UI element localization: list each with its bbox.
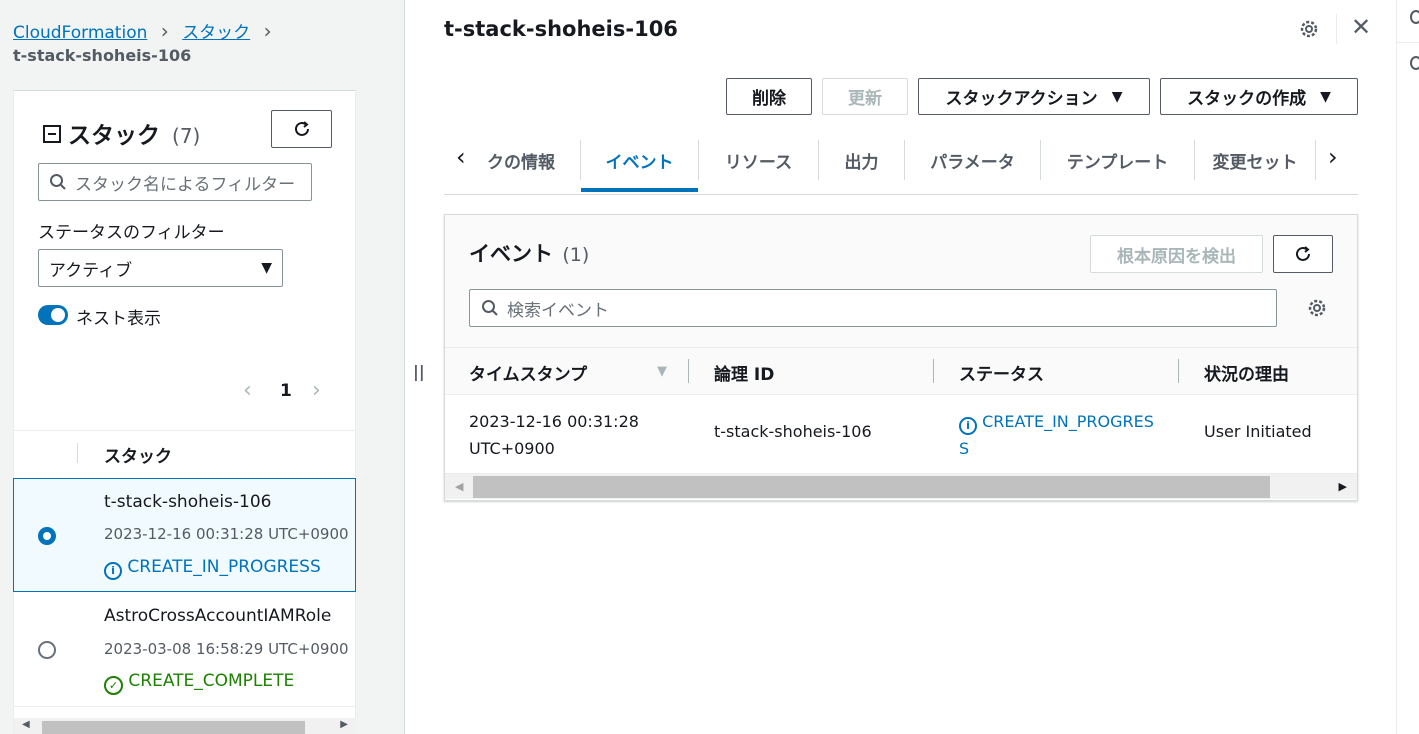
active-tab-indicator (581, 188, 698, 192)
info-icon: i (959, 416, 977, 435)
next-page-icon[interactable]: › (312, 378, 321, 403)
stack-row-radio[interactable] (38, 527, 56, 545)
caret-down-icon: ▼ (1111, 88, 1123, 105)
tab-stack-info[interactable]: クの情報 (480, 140, 580, 180)
events-title: イベント (1) (469, 242, 590, 266)
events-horizontal-scrollbar[interactable]: ◀ ▶ (445, 473, 1357, 499)
tab-resources[interactable]: リソース (699, 140, 818, 180)
column-separator (77, 443, 78, 463)
delete-button[interactable]: 削除 (726, 78, 812, 115)
info-icon: i (104, 561, 122, 580)
stack-row-radio[interactable] (38, 641, 56, 659)
stack-created-date: 2023-12-16 00:31:28 UTC+0900 (104, 525, 349, 543)
stack-search-placeholder: スタック名によるフィルター (75, 174, 296, 195)
page-title: t-stack-shoheis-106 (444, 17, 678, 41)
table-settings-icon[interactable] (1306, 297, 1328, 323)
page-number[interactable]: 1 (280, 381, 292, 401)
column-separator (1178, 359, 1179, 383)
nested-view-toggle[interactable] (38, 305, 68, 325)
stack-name[interactable]: AstroCrossAccountIAMRole (104, 606, 331, 626)
update-button[interactable]: 更新 (822, 78, 908, 115)
tab-events[interactable]: イベント (581, 140, 698, 180)
settings-icon[interactable] (1298, 18, 1320, 44)
tab-outputs[interactable]: 出力 (819, 140, 904, 180)
column-separator (933, 359, 934, 383)
search-icon (482, 300, 498, 316)
events-search-placeholder: 検索イベント (507, 300, 609, 321)
column-separator (688, 359, 689, 383)
stack-column-header: スタック (104, 447, 172, 467)
search-icon (50, 174, 66, 190)
resize-handle-icon[interactable]: || (413, 362, 425, 381)
stack-name[interactable]: t-stack-shoheis-106 (104, 492, 272, 512)
help-icon[interactable] (1410, 10, 1419, 24)
caret-down-icon: ▼ (261, 260, 272, 276)
detect-root-cause-button[interactable]: 根本原因を検出 (1090, 235, 1263, 273)
status-filter-value: アクティブ (49, 260, 133, 281)
events-search-input[interactable]: 検索イベント (469, 289, 1277, 327)
event-status: i CREATE_IN_PROGRES S (959, 412, 1154, 458)
stack-count: (7) (172, 124, 201, 148)
tabs-scroll-right-icon[interactable]: › (1328, 143, 1338, 171)
nested-view-label: ネスト表示 (76, 309, 161, 329)
stack-actions-button[interactable]: スタックアクション ▼ (918, 78, 1150, 115)
success-icon: ✓ (104, 676, 123, 695)
column-header-logical-id[interactable]: 論理 ID (714, 360, 774, 385)
chevron-right-icon: › (263, 19, 272, 43)
column-header-status-reason[interactable]: 状況の理由 (1204, 360, 1289, 385)
stack-search-input[interactable]: スタック名によるフィルター (38, 163, 312, 201)
tab-template[interactable]: テンプレート (1041, 140, 1194, 180)
collapse-icon[interactable] (43, 125, 61, 143)
chevron-right-icon: › (160, 19, 169, 43)
column-header-timestamp[interactable]: タイムスタンプ (469, 360, 587, 385)
status-filter-label: ステータスのフィルター (38, 223, 225, 243)
stack-created-date: 2023-03-08 16:58:29 UTC+0900 (104, 640, 349, 658)
events-count: (1) (562, 244, 590, 266)
sort-desc-icon[interactable]: ▼ (657, 364, 667, 379)
refresh-icon (294, 121, 309, 136)
prev-page-icon[interactable]: ‹ (243, 378, 252, 403)
tab-parameters[interactable]: パラメータ (905, 140, 1040, 180)
status-filter-select[interactable]: アクティブ ▼ (38, 249, 283, 287)
notification-icon[interactable] (1410, 56, 1419, 70)
create-stack-button[interactable]: スタックの作成 ▼ (1160, 78, 1358, 115)
breadcrumb-current: t-stack-shoheis-106 (13, 46, 192, 65)
event-logical-id: t-stack-shoheis-106 (714, 422, 872, 441)
stack-list-title: スタック (7) (68, 123, 201, 149)
breadcrumb-stacks[interactable]: スタック (182, 23, 250, 43)
close-icon[interactable]: ✕ (1351, 13, 1371, 41)
stack-status: i CREATE_IN_PROGRESS (104, 557, 321, 580)
breadcrumb-cloudformation[interactable]: CloudFormation (13, 23, 147, 43)
events-refresh-button[interactable] (1273, 235, 1333, 273)
pane-divider (404, 0, 405, 734)
caret-down-icon: ▼ (1320, 88, 1331, 105)
event-status-reason: User Initiated (1204, 422, 1312, 441)
breadcrumb: CloudFormation › スタック › (13, 18, 272, 43)
column-header-status[interactable]: ステータス (959, 360, 1044, 385)
refresh-icon (1296, 246, 1310, 261)
stack-status: ✓ CREATE_COMPLETE (104, 671, 294, 695)
tab-change-sets[interactable]: 変更セット (1195, 140, 1315, 180)
event-timestamp: 2023-12-16 00:31:28 UTC+0900 (469, 412, 639, 458)
horizontal-scrollbar[interactable]: ◀ ▶ (14, 718, 356, 734)
tabs-scroll-left-icon[interactable]: ‹ (456, 143, 466, 171)
refresh-button[interactable] (271, 110, 332, 148)
